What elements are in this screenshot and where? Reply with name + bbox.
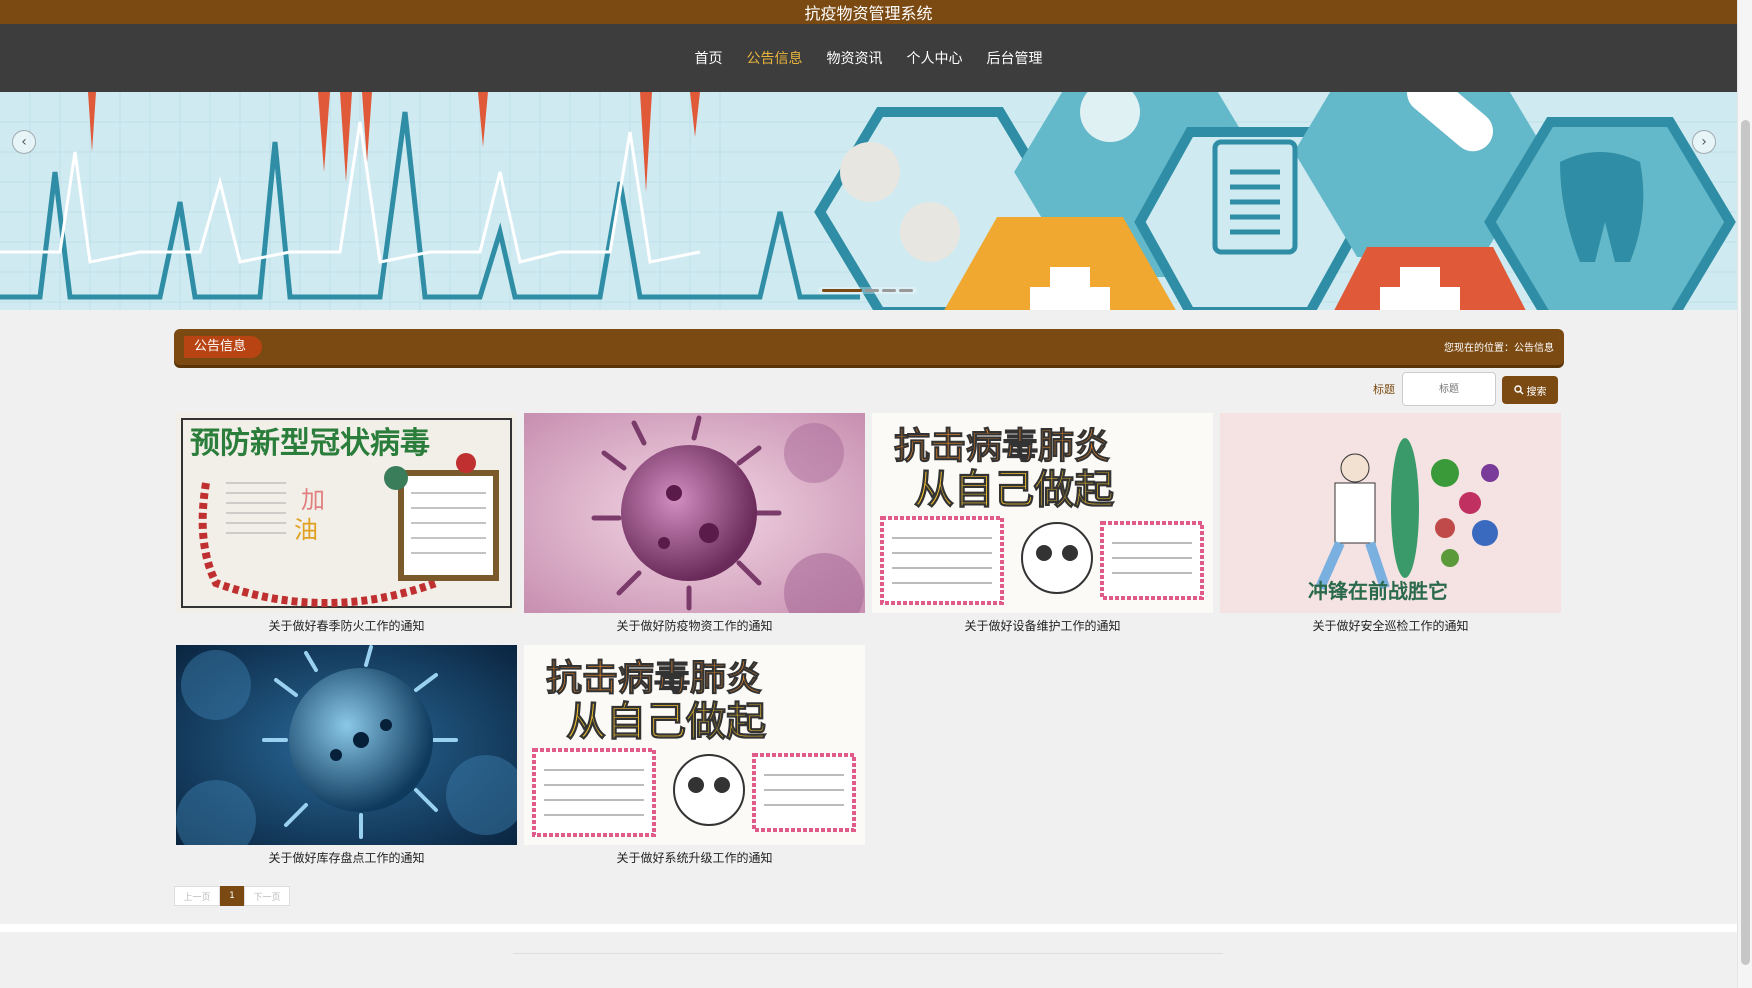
notice-card[interactable]: 冲锋在前战胜它 关于做好安全巡检工作的通知 — [1220, 413, 1561, 634]
banner-dot-2[interactable] — [865, 289, 879, 292]
banner-carousel[interactable] — [0, 92, 1737, 310]
nav-item-admin[interactable]: 后台管理 — [987, 48, 1043, 68]
notice-title[interactable]: 关于做好系统升级工作的通知 — [524, 849, 865, 866]
notice-card[interactable]: 抗击病毒肺炎 从自己做起 关于做好设备维护工作的通知 — [872, 413, 1213, 634]
banner-dot-1[interactable] — [822, 289, 862, 292]
breadcrumb: 您现在的位置：公告信息 — [1444, 343, 1554, 354]
footer — [0, 924, 1737, 988]
svg-text:预防新型冠状病毒: 预防新型冠状病毒 — [190, 426, 430, 461]
banner-image — [0, 92, 1737, 310]
notice-card[interactable]: 关于做好防疫物资工作的通知 — [524, 413, 865, 634]
banner-pagination — [818, 287, 917, 294]
site-title-bar: 抗疫物资管理系统 — [0, 0, 1737, 24]
site-title: 抗疫物资管理系统 — [804, 4, 933, 23]
notice-image[interactable]: 预防新型冠状病毒 加 油 — [176, 413, 517, 613]
svg-text:从自己做起: 从自己做起 — [914, 467, 1115, 513]
svg-text:从自己做起: 从自己做起 — [566, 699, 767, 745]
notice-card[interactable]: 抗击病毒肺炎 从自己做起 关于做好系统升级工作的通知 — [524, 645, 865, 866]
svg-text:抗击病毒肺炎: 抗击病毒肺炎 — [894, 425, 1110, 467]
main-nav: 首页 公告信息 物资资讯 个人中心 后台管理 — [0, 24, 1737, 92]
scrollbar-thumb[interactable] — [1741, 120, 1750, 965]
banner-dot-4[interactable] — [899, 289, 913, 292]
nav-item-profile[interactable]: 个人中心 — [907, 48, 963, 68]
search-input[interactable] — [1402, 372, 1496, 406]
search-button-label: 搜索 — [1526, 386, 1547, 398]
notice-title[interactable]: 关于做好春季防火工作的通知 — [176, 617, 517, 634]
chevron-left-icon: ‹ — [21, 134, 27, 150]
chevron-right-icon: › — [1701, 134, 1707, 150]
svg-text:抗击病毒肺炎: 抗击病毒肺炎 — [546, 657, 762, 699]
notice-title[interactable]: 关于做好库存盘点工作的通知 — [176, 849, 517, 866]
section-header: 公告信息 您现在的位置：公告信息 — [174, 329, 1564, 365]
search-icon — [1513, 385, 1523, 395]
notice-image[interactable]: 冲锋在前战胜它 — [1220, 413, 1561, 613]
search-button[interactable]: 搜索 — [1502, 376, 1558, 404]
section-tag: 公告信息 — [184, 336, 263, 358]
svg-text:冲锋在前战胜它: 冲锋在前战胜它 — [1308, 579, 1448, 603]
notice-image[interactable]: 抗击病毒肺炎 从自己做起 — [872, 413, 1213, 613]
search-label: 标题 — [1373, 383, 1395, 396]
next-page-button[interactable]: 下一页 — [244, 886, 290, 906]
notice-title[interactable]: 关于做好设备维护工作的通知 — [872, 617, 1213, 634]
notice-title[interactable]: 关于做好防疫物资工作的通知 — [524, 617, 865, 634]
nav-item-home[interactable]: 首页 — [695, 48, 723, 68]
prev-page-button[interactable]: 上一页 — [174, 886, 220, 906]
notice-card[interactable]: 关于做好库存盘点工作的通知 — [176, 645, 517, 866]
svg-text:油: 油 — [294, 516, 318, 544]
page-scrollbar[interactable] — [1737, 0, 1752, 988]
footer-divider — [513, 953, 1223, 954]
notice-image[interactable] — [524, 413, 865, 613]
banner-next-button[interactable]: › — [1692, 130, 1716, 154]
svg-text:加: 加 — [301, 486, 325, 514]
notice-image[interactable]: 抗击病毒肺炎 从自己做起 — [524, 645, 865, 845]
nav-item-supplies-news[interactable]: 物资资讯 — [827, 48, 883, 68]
notice-title[interactable]: 关于做好安全巡检工作的通知 — [1220, 617, 1561, 634]
banner-prev-button[interactable]: ‹ — [12, 130, 36, 154]
banner-dot-3[interactable] — [882, 289, 896, 292]
nav-item-notices[interactable]: 公告信息 — [747, 48, 803, 68]
notice-card[interactable]: 预防新型冠状病毒 加 油 关于做好春季防火工作的通知 — [176, 413, 517, 634]
pagination: 上一页 1 下一页 — [174, 886, 290, 906]
page: 抗疫物资管理系统 首页 公告信息 物资资讯 个人中心 后台管理 ‹ › 公告信息… — [0, 0, 1737, 988]
page-number-button[interactable]: 1 — [220, 886, 244, 906]
notice-image[interactable] — [176, 645, 517, 845]
